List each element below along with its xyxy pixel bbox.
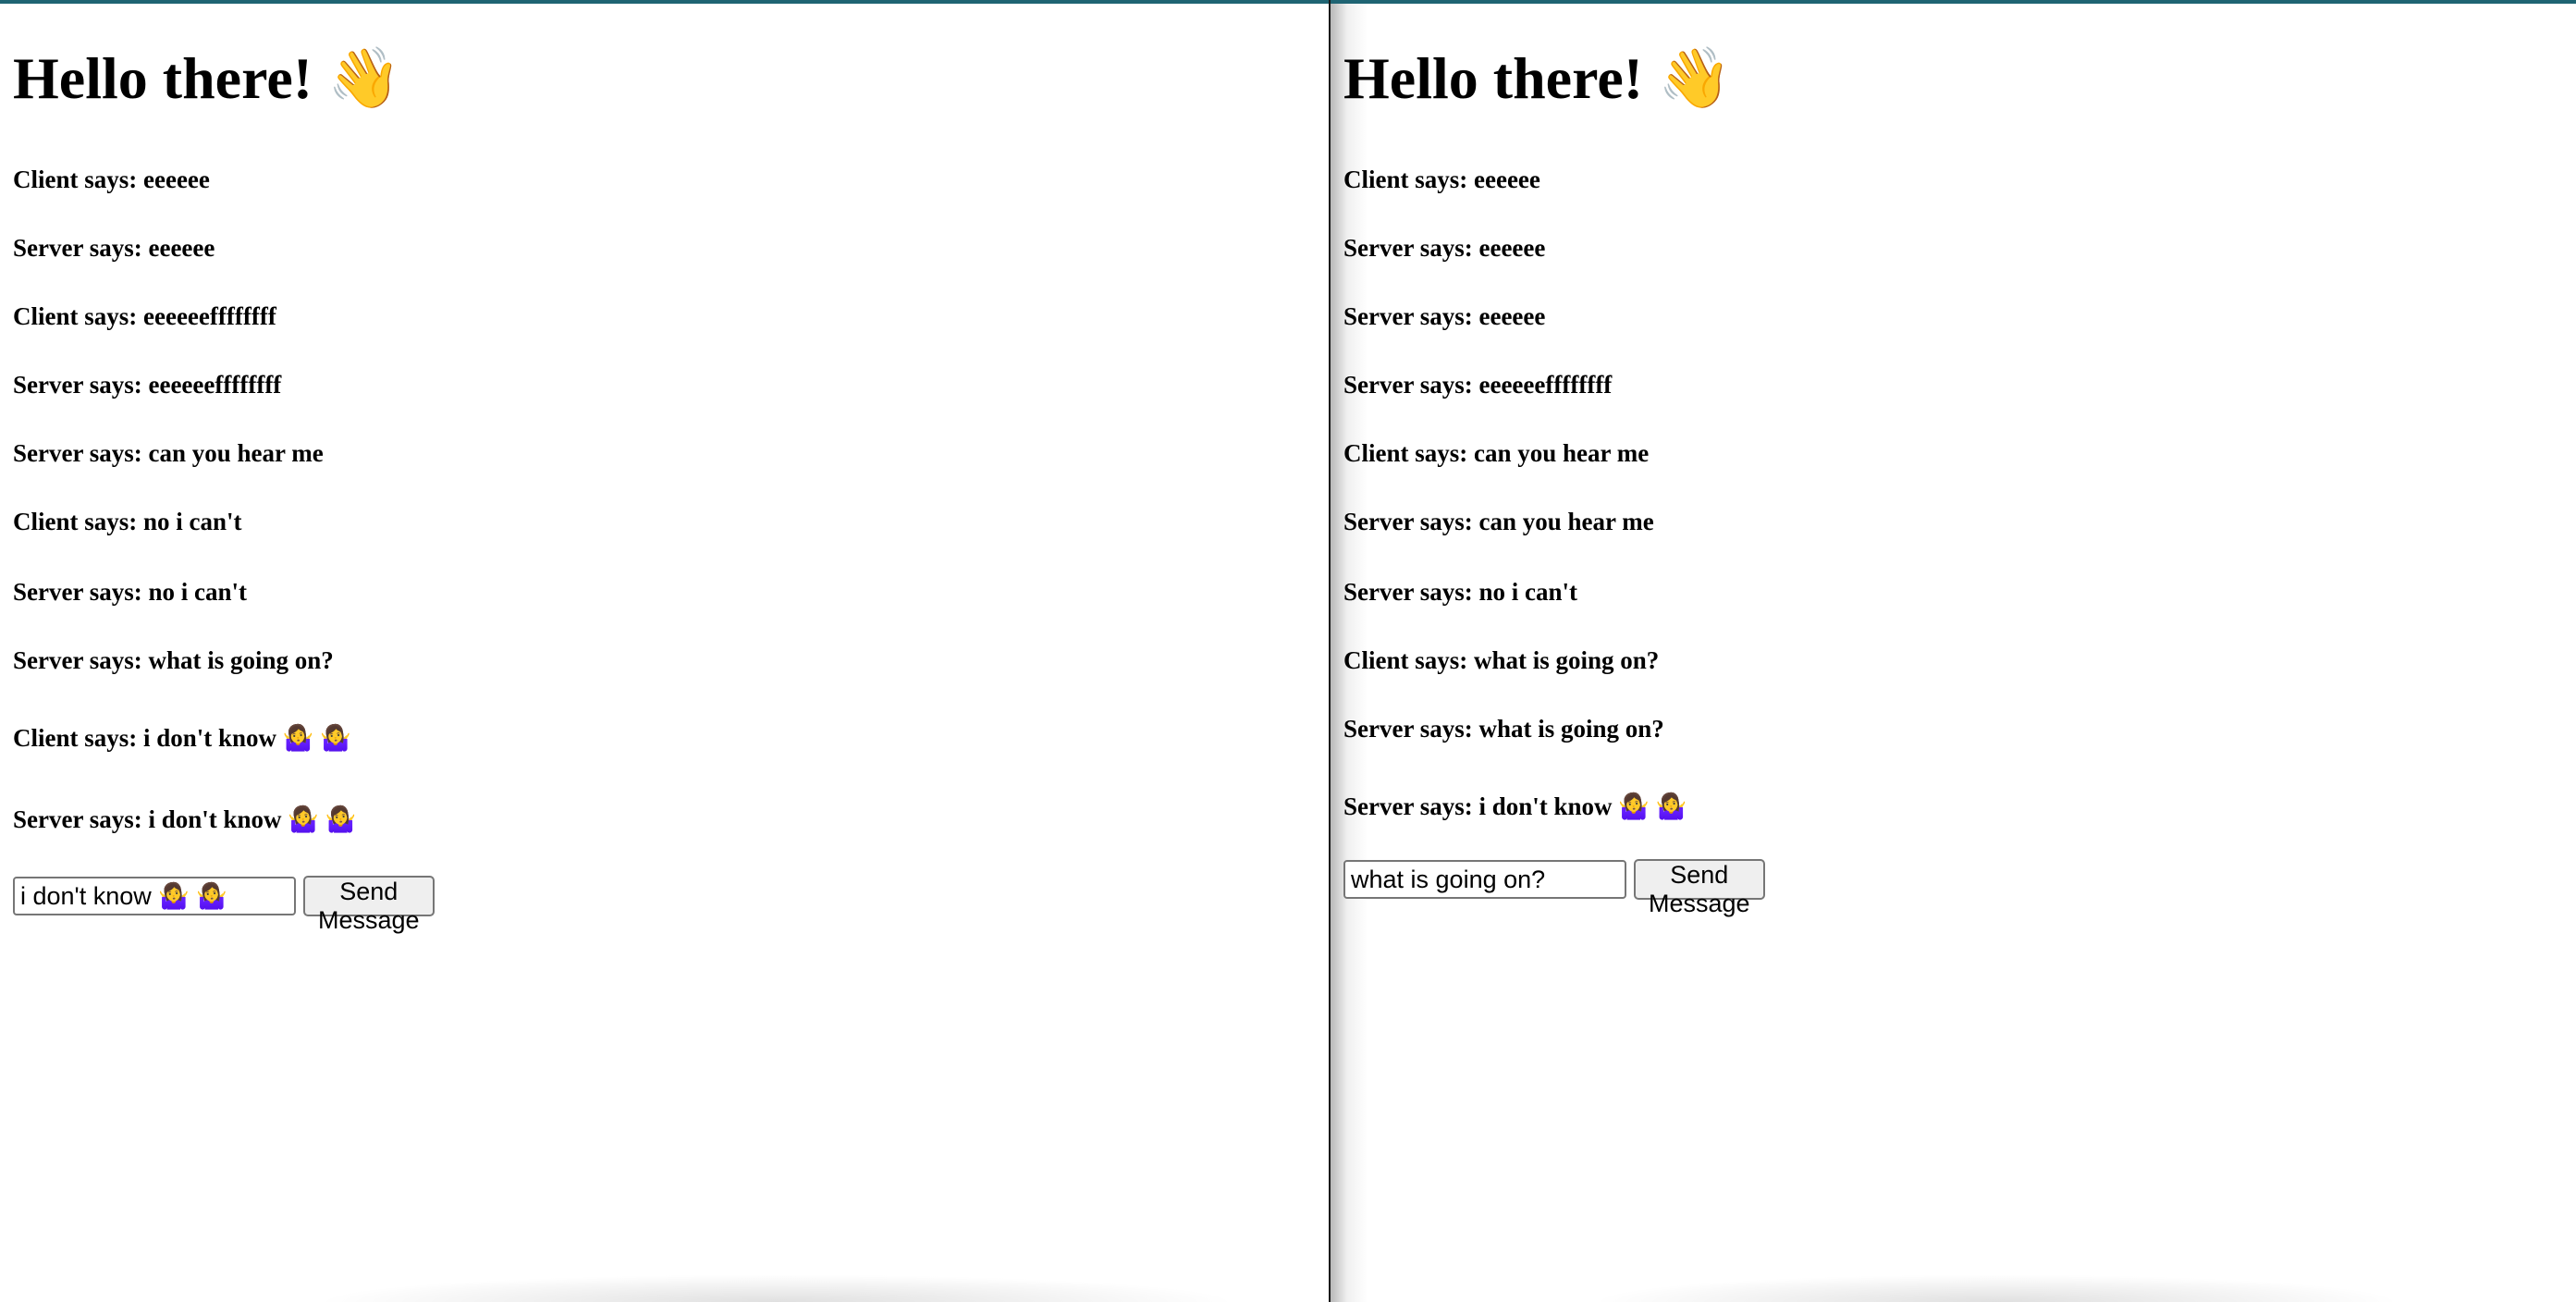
message-item: Server says: i don't know 🤷‍♀️ 🤷‍♀️ <box>1343 792 1687 820</box>
page-title: Hello there! 👋 <box>1343 45 1732 111</box>
window-bottom-shadow <box>314 1274 1239 1302</box>
left-browser-window: Hello there! 👋 Client says: eeeeee Serve… <box>0 4 1329 1302</box>
message-item: Client says: i don't know 🤷‍♀️ 🤷‍♀️ <box>13 724 351 752</box>
message-item: Server says: eeeeee <box>1343 302 1546 330</box>
send-message-button[interactable]: Send Message <box>1634 859 1765 917</box>
message-item: Server says: what is going on? <box>13 646 334 674</box>
message-item: Server says: no i can't <box>13 578 247 606</box>
message-item: Client says: can you hear me <box>1343 439 1650 467</box>
message-item: Server says: i don't know 🤷‍♀️ 🤷‍♀️ <box>13 805 357 833</box>
page-title: Hello there! 👋 <box>13 45 401 111</box>
window-bottom-shadow <box>1589 1274 2403 1302</box>
send-message-button[interactable]: Send Message <box>303 876 435 934</box>
right-browser-window: Hello there! 👋 Client says: eeeeee Serve… <box>1331 4 2576 1302</box>
message-item: Server says: eeeeeeffffffff <box>13 371 282 399</box>
message-input[interactable] <box>13 877 296 915</box>
message-item: Client says: eeeeee <box>13 166 210 193</box>
message-item: Server says: no i can't <box>1343 578 1577 606</box>
message-item: Client says: eeeeee <box>1343 166 1540 193</box>
message-form: Send Message <box>1343 859 1765 917</box>
message-item: Server says: what is going on? <box>1343 715 1664 743</box>
message-item: Client says: eeeeeeffffffff <box>13 302 276 330</box>
message-item: Server says: can you hear me <box>1343 508 1654 535</box>
message-form: Send Message <box>13 876 435 934</box>
message-input[interactable] <box>1343 860 1626 899</box>
message-item: Client says: no i can't <box>13 508 242 535</box>
message-item: Server says: eeeeee <box>1343 234 1546 262</box>
message-item: Server says: eeeeee <box>13 234 215 262</box>
message-item: Server says: eeeeeeffffffff <box>1343 371 1613 399</box>
message-item: Client says: what is going on? <box>1343 646 1660 674</box>
message-item: Server says: can you hear me <box>13 439 324 467</box>
